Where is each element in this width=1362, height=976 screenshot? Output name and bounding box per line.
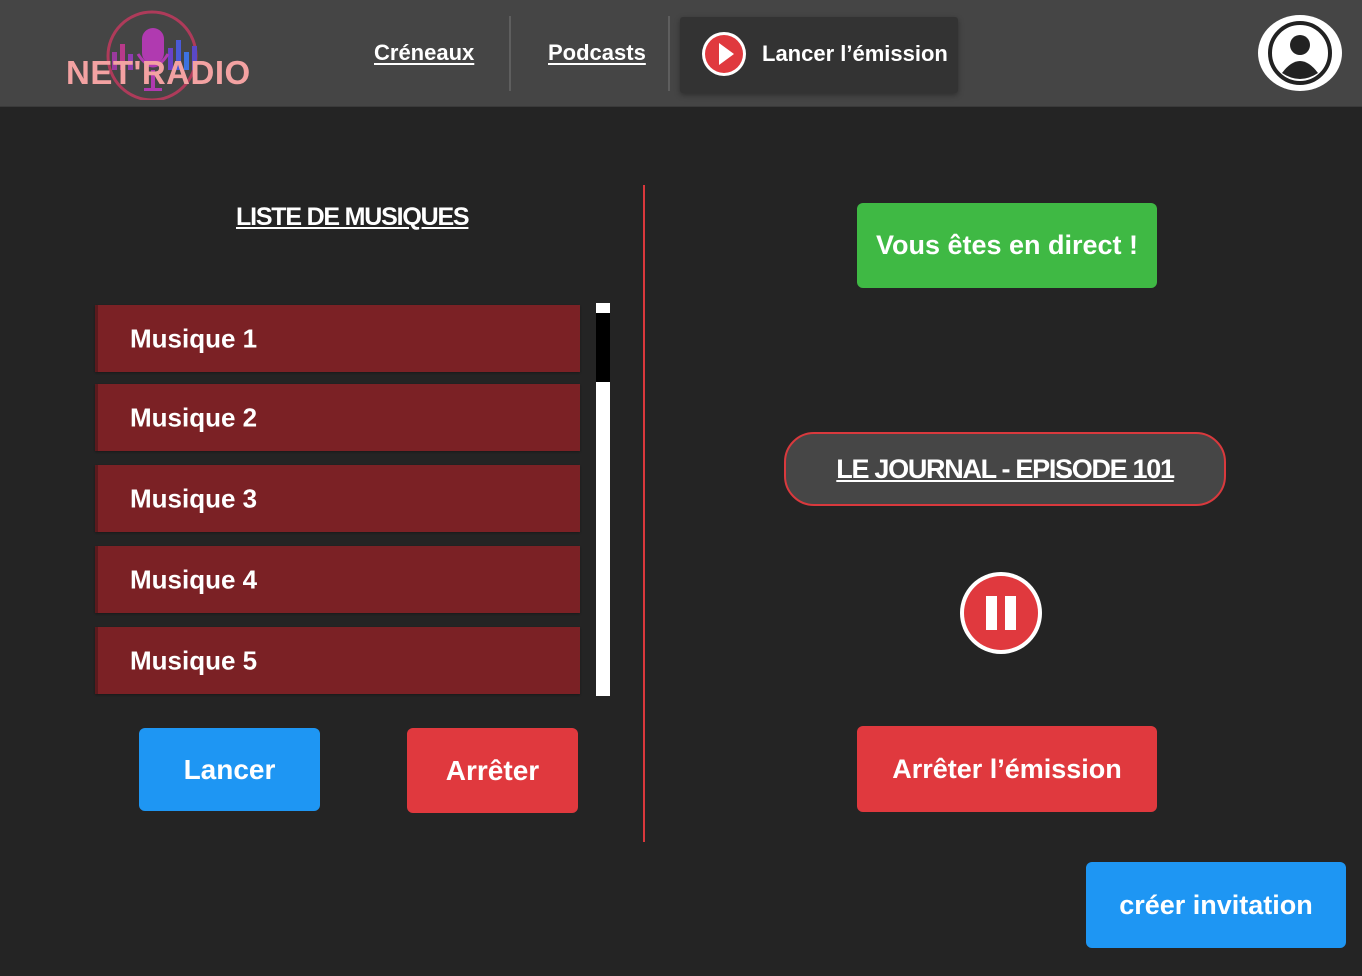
pause-button[interactable] [959,571,1043,655]
scrollbar-thumb[interactable] [596,313,610,382]
user-avatar-icon [1268,21,1332,85]
music-list-item[interactable]: Musique 1 [95,305,580,372]
panel-divider [643,185,645,842]
music-item-label: Musique 4 [130,564,258,594]
start-show-label: Lancer l’émission [762,41,948,66]
music-list-item[interactable]: Musique 4 [95,546,580,613]
music-item-label: Musique 5 [130,645,258,675]
music-list-title: LISTE DE MUSIQUES [236,203,470,231]
music-item-label: Musique 2 [130,402,258,432]
current-episode[interactable]: LE JOURNAL - EPISODE 101 [784,432,1226,506]
avatar[interactable] [1258,15,1342,91]
nav-divider [509,16,511,91]
launch-music-button[interactable]: Lancer [139,728,320,811]
episode-title: LE JOURNAL - EPISODE 101 [836,453,1175,484]
pause-circle-icon [960,572,1042,654]
music-list-item[interactable]: Musique 2 [95,384,580,451]
logo-text: NET'RADIO [66,54,251,91]
nav-link-podcasts[interactable]: Podcasts [548,40,646,66]
start-show-button[interactable]: Lancer l’émission [680,17,958,93]
live-status-badge: Vous êtes en direct ! [857,203,1157,288]
nav-link-creneaux[interactable]: Créneaux [374,40,474,66]
stop-music-button[interactable]: Arrêter [407,728,578,813]
music-item-label: Musique 3 [130,483,258,513]
play-circle-icon [702,32,746,76]
create-invitation-button[interactable]: créer invitation [1086,862,1346,948]
stop-show-button[interactable]: Arrêter l’émission [857,726,1157,812]
music-list-item[interactable]: Musique 3 [95,465,580,532]
nav-divider [668,16,670,91]
music-item-label: Musique 1 [130,323,258,353]
music-list-item[interactable]: Musique 5 [95,627,580,694]
